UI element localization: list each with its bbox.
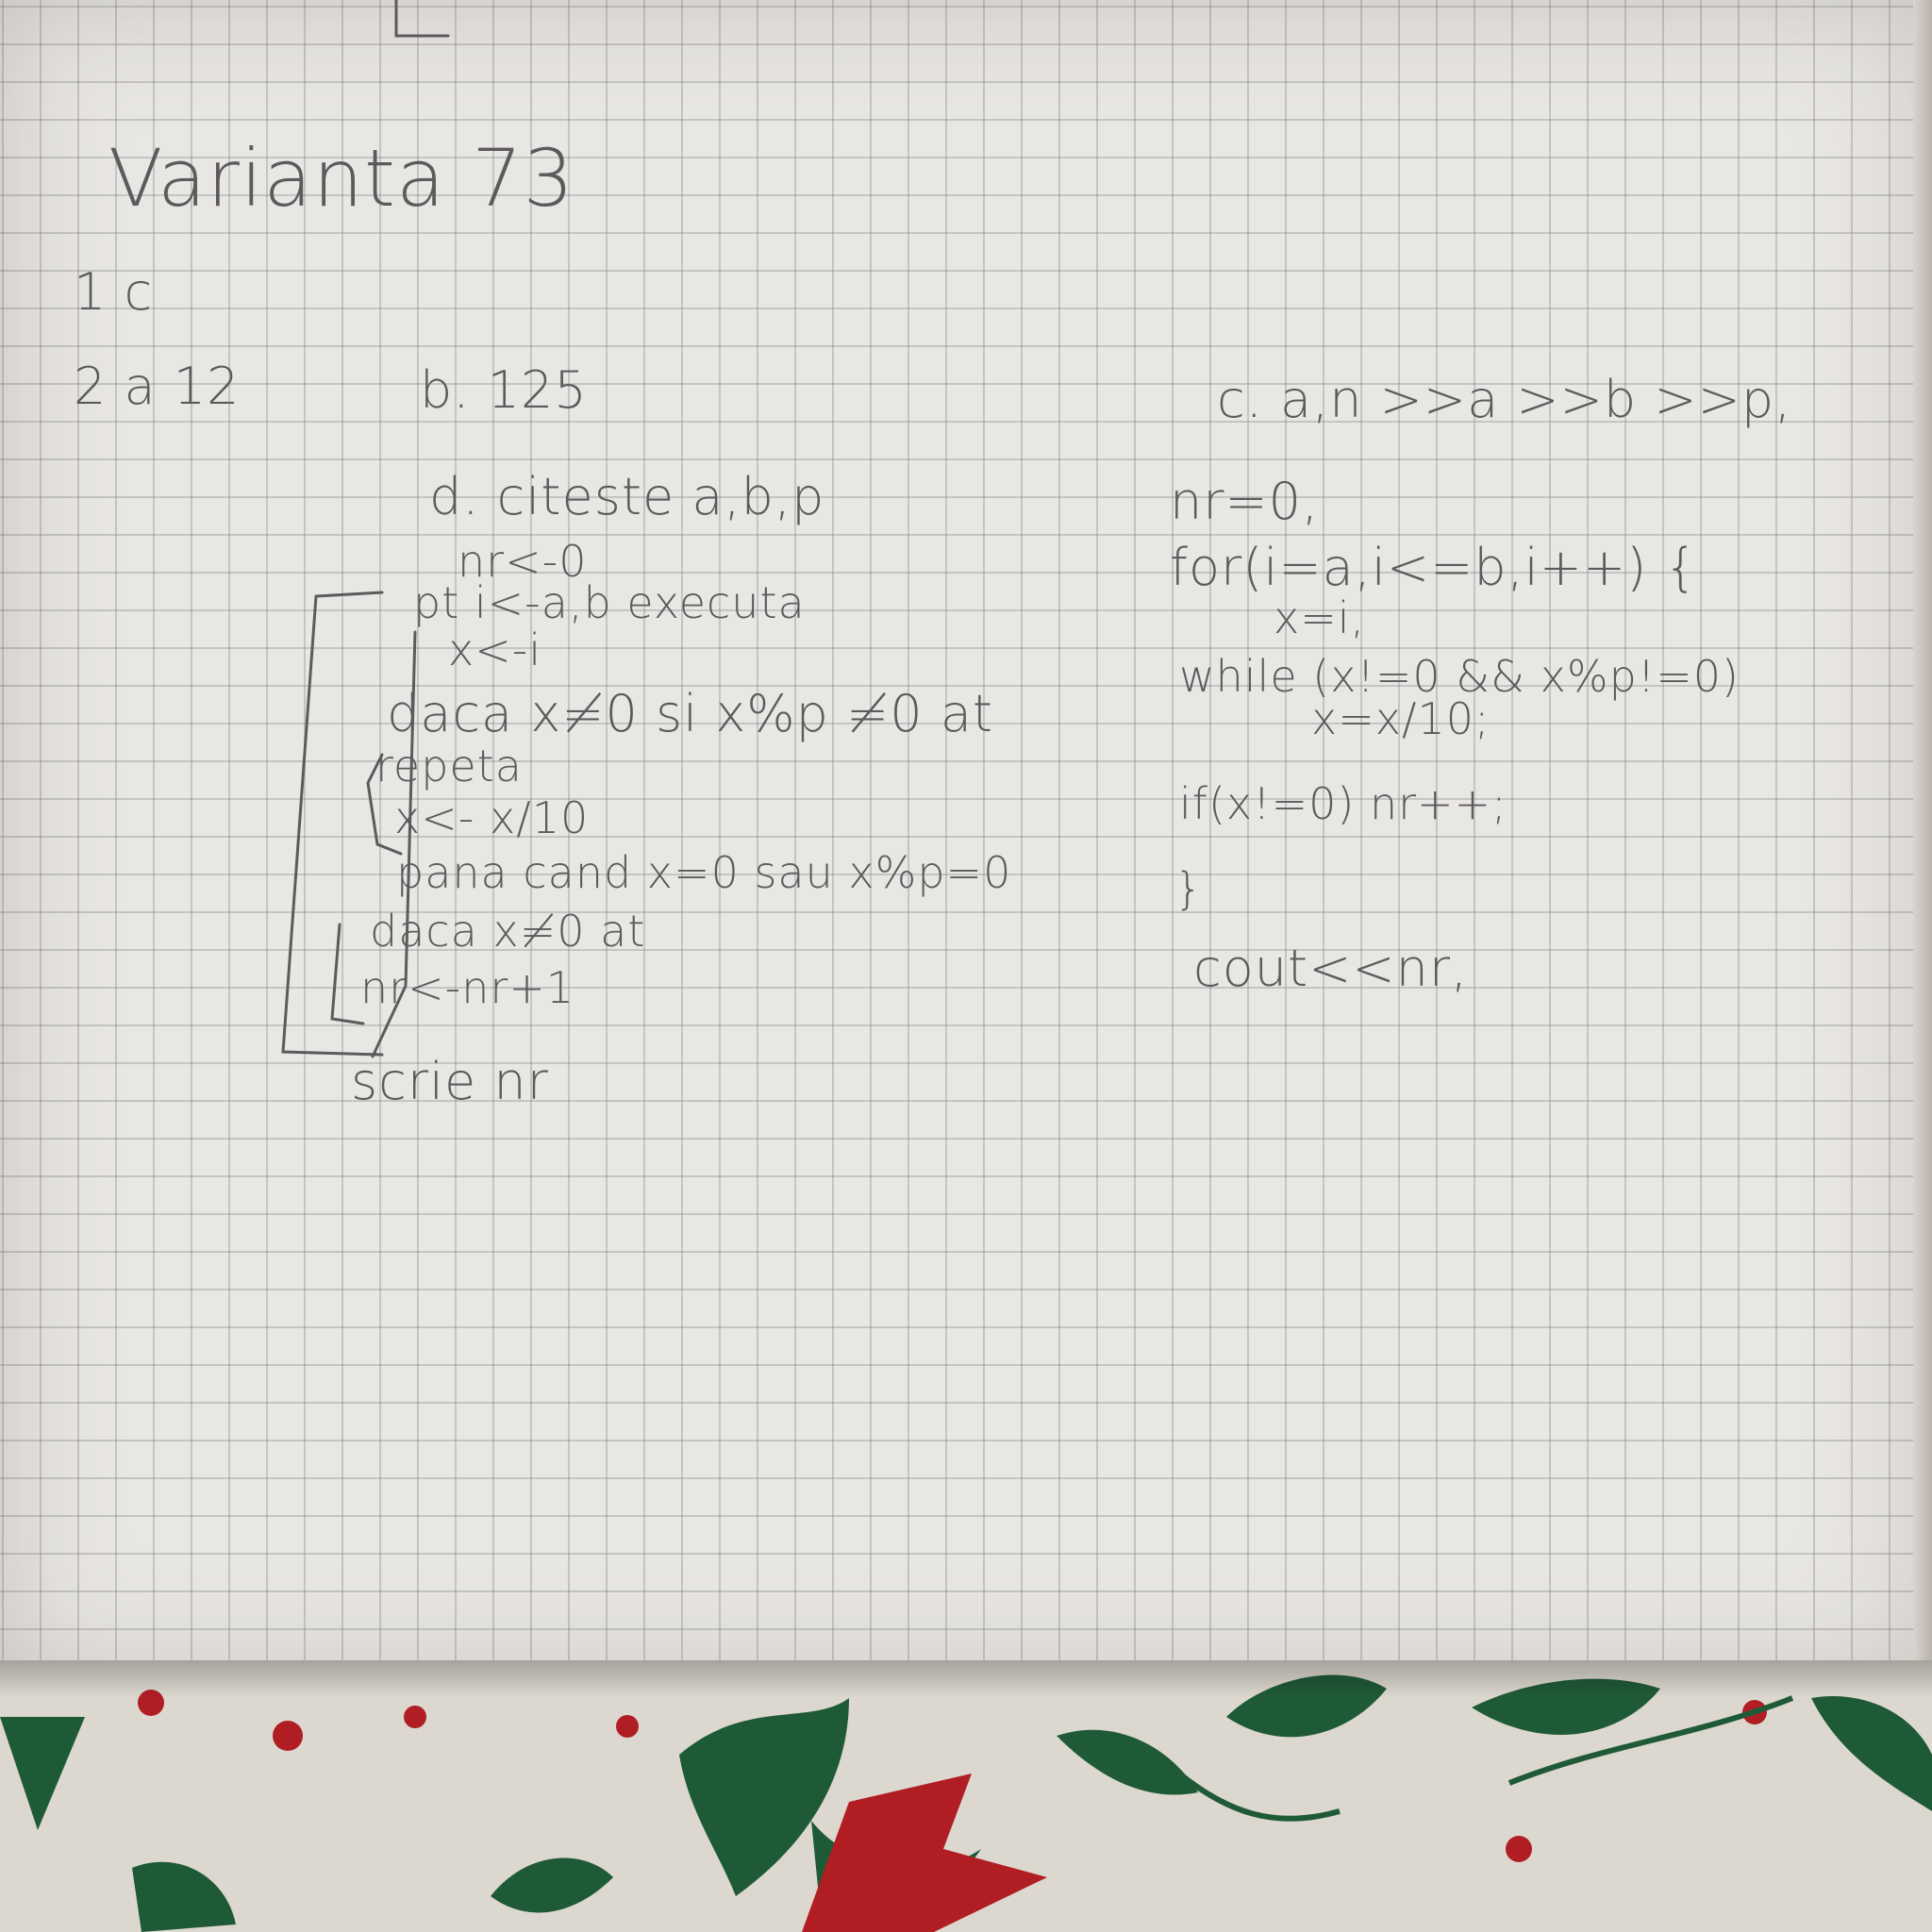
fabric-shadow [0, 1660, 1932, 1932]
notebook-page: Varianta 73 1 c 2 a 12 b. 125 c. a,n >>a… [0, 0, 1932, 1679]
tablecloth [0, 1660, 1932, 1932]
bracket-line [281, 0, 450, 1058]
